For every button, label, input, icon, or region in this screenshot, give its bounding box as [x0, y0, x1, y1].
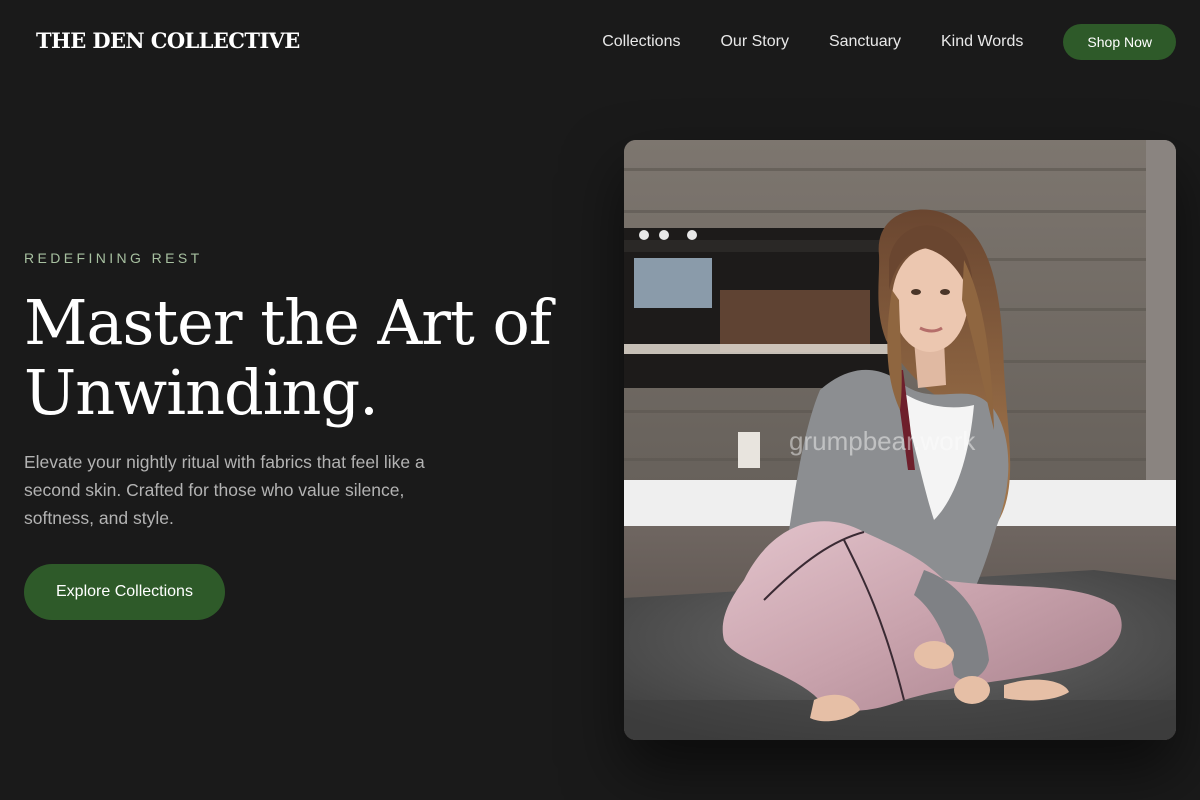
hero-photo-illustration: grumpbear.work	[624, 140, 1176, 740]
hero-headline-line2: Unwinding.	[24, 356, 379, 429]
hero-text-block: REDEFINING REST Master the Art of Unwind…	[24, 250, 594, 620]
nav-link-our-story[interactable]: Our Story	[720, 33, 788, 51]
brand-logo[interactable]: THE DEN COLLECTIVE	[36, 28, 300, 53]
shop-now-button[interactable]: Shop Now	[1063, 24, 1176, 60]
hero-headline: Master the Art of Unwinding.	[24, 288, 594, 428]
main-nav: Collections Our Story Sanctuary Kind Wor…	[602, 24, 1176, 60]
nav-link-collections[interactable]: Collections	[602, 33, 680, 51]
hero-subtext: Elevate your nightly ritual with fabrics…	[24, 452, 425, 528]
hero-image: grumpbear.work	[624, 140, 1176, 740]
nav-link-kind-words[interactable]: Kind Words	[941, 33, 1023, 51]
explore-collections-button[interactable]: Explore Collections	[24, 564, 225, 620]
nav-link-sanctuary[interactable]: Sanctuary	[829, 33, 901, 51]
hero-headline-line1: Master the Art of	[24, 286, 552, 359]
image-watermark: grumpbear.work	[789, 426, 976, 456]
site-header: THE DEN COLLECTIVE Collections Our Story…	[0, 0, 1200, 84]
hero-eyebrow: REDEFINING REST	[24, 250, 203, 266]
